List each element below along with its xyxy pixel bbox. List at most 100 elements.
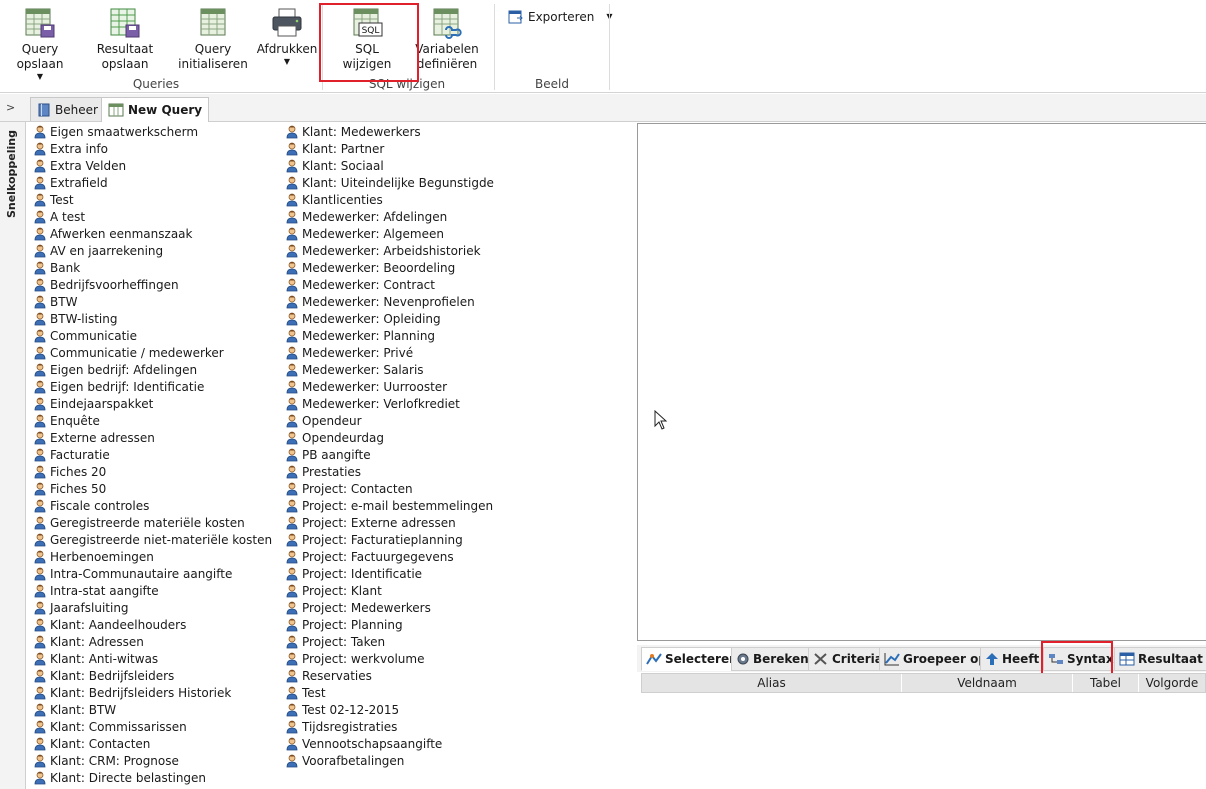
entity-list-item[interactable]: Klant: Bedrijfsleiders [34, 667, 272, 684]
entity-list-item[interactable]: Klant: Directe belastingen [34, 769, 272, 786]
entity-list-item[interactable]: Project: Contacten [286, 480, 494, 497]
entity-list-item[interactable]: Project: Medewerkers [286, 599, 494, 616]
entity-list-item[interactable]: Reservaties [286, 667, 494, 684]
entity-list-item[interactable]: Extra info [34, 140, 272, 157]
entity-list-item[interactable]: Test [34, 191, 272, 208]
entity-list-item[interactable]: Herbenoemingen [34, 548, 272, 565]
entity-list-item[interactable]: AV en jaarrekening [34, 242, 272, 259]
entity-list-item[interactable]: Medewerker: Contract [286, 276, 494, 293]
tab-bereken[interactable]: Bereken [731, 647, 814, 671]
entity-list-item[interactable]: Intra-Communautaire aangifte [34, 565, 272, 582]
entity-list-item[interactable]: Medewerker: Afdelingen [286, 208, 494, 225]
entity-list-item[interactable]: Intra-stat aangifte [34, 582, 272, 599]
entity-list-item[interactable]: Geregistreerde niet-materiële kosten [34, 531, 272, 548]
entity-list-item[interactable]: Klant: Adressen [34, 633, 272, 650]
entity-list-item[interactable]: Communicatie / medewerker [34, 344, 272, 361]
entity-list-item[interactable]: Vennootschapsaangifte [286, 735, 494, 752]
entity-list-item[interactable]: Medewerker: Privé [286, 344, 494, 361]
entity-list-item[interactable]: A test [34, 208, 272, 225]
entity-list-item[interactable]: Klant: Uiteindelijke Begunstigde [286, 174, 494, 191]
entity-list-item[interactable]: Klant: CRM: Prognose [34, 752, 272, 769]
entity-list-item[interactable]: Communicatie [34, 327, 272, 344]
entity-list-item[interactable]: Jaarafsluiting [34, 599, 272, 616]
query-initialiseren-button[interactable]: Query initialiseren [178, 6, 248, 72]
entity-list-item[interactable]: Test [286, 684, 494, 701]
entity-list-item[interactable]: Opendeur [286, 412, 494, 429]
entity-list-item[interactable]: Facturatie [34, 446, 272, 463]
entity-list-item[interactable]: PB aangifte [286, 446, 494, 463]
entity-list-item[interactable]: Test 02-12-2015 [286, 701, 494, 718]
entity-list-item[interactable]: Project: Externe adressen [286, 514, 494, 531]
entity-list-item[interactable]: Afwerken eenmanszaak [34, 225, 272, 242]
entity-list-item[interactable]: Tijdsregistraties [286, 718, 494, 735]
entity-list-item[interactable]: Opendeurdag [286, 429, 494, 446]
entity-list-item[interactable]: Medewerker: Salaris [286, 361, 494, 378]
tab-beheer[interactable]: Beheer [30, 97, 105, 121]
entity-list-item[interactable]: Prestaties [286, 463, 494, 480]
entity-list-item[interactable]: Medewerker: Nevenprofielen [286, 293, 494, 310]
entity-list-item[interactable]: Medewerker: Arbeidshistoriek [286, 242, 494, 259]
entity-list-item[interactable]: Bedrijfsvoorheffingen [34, 276, 272, 293]
query-design-canvas[interactable] [637, 123, 1206, 641]
entity-list-item[interactable]: Eigen smaatwerkscherm [34, 123, 272, 140]
entity-list-item[interactable]: Enquête [34, 412, 272, 429]
entity-list-item[interactable]: Klant: Sociaal [286, 157, 494, 174]
exporteren-button[interactable]: Exporteren ▼ [508, 9, 612, 25]
tab-groepeer-op[interactable]: Groepeer op [879, 647, 992, 671]
afdrukken-button[interactable]: Afdrukken ▼ [256, 6, 318, 67]
entity-list-item[interactable]: Extrafield [34, 174, 272, 191]
entity-list-item[interactable]: BTW [34, 293, 272, 310]
entity-list-item[interactable]: Klant: Commissarissen [34, 718, 272, 735]
entity-list-item[interactable]: Voorafbetalingen [286, 752, 494, 769]
tab-criteria[interactable]: Criteria [808, 647, 888, 671]
tab-selecteren[interactable]: Selecteren [641, 647, 743, 671]
tab-resultaat[interactable]: Resultaat [1114, 647, 1206, 671]
entity-list-item[interactable]: Medewerker: Algemeen [286, 225, 494, 242]
entity-list-item[interactable]: Project: Identificatie [286, 565, 494, 582]
entity-list-item[interactable]: Klant: BTW [34, 701, 272, 718]
entity-list-item[interactable]: Klant: Partner [286, 140, 494, 157]
tab-new-query[interactable]: New Query [101, 97, 210, 122]
entity-list-item[interactable]: Medewerker: Opleiding [286, 310, 494, 327]
entity-list-item[interactable]: Eigen bedrijf: Identificatie [34, 378, 272, 395]
column-header-volgorde[interactable]: Volgorde [1139, 674, 1205, 692]
entity-list-item[interactable]: Project: Factuurgegevens [286, 548, 494, 565]
entity-list-item[interactable]: Medewerker: Uurrooster [286, 378, 494, 395]
entity-list-item[interactable]: Klantlicenties [286, 191, 494, 208]
entity-list-item[interactable]: Klant: Aandeelhouders [34, 616, 272, 633]
entity-list-item[interactable]: Klant: Bedrijfsleiders Historiek [34, 684, 272, 701]
fields-grid-body[interactable] [641, 693, 1206, 789]
entity-list-item[interactable]: Project: werkvolume [286, 650, 494, 667]
entity-list-item[interactable]: Externe adressen [34, 429, 272, 446]
query-opslaan-button[interactable]: Query opslaan ▼ [2, 6, 78, 82]
entity-list-item[interactable]: Medewerker: Planning [286, 327, 494, 344]
entity-list-item[interactable]: BTW-listing [34, 310, 272, 327]
entity-list-item[interactable]: Bank [34, 259, 272, 276]
snelkoppeling-sidebar[interactable]: Snelkoppeling [0, 122, 26, 789]
entity-list-item[interactable]: Project: Taken [286, 633, 494, 650]
tab-heeft[interactable]: Heeft [980, 647, 1045, 671]
entity-list-item[interactable]: Project: Facturatieplanning [286, 531, 494, 548]
column-header-veldnaam[interactable]: Veldnaam [902, 674, 1073, 692]
entity-list-item[interactable]: Klant: Anti-witwas [34, 650, 272, 667]
entity-list-item[interactable]: Eigen bedrijf: Afdelingen [34, 361, 272, 378]
entity-list-item[interactable]: Eindejaarspakket [34, 395, 272, 412]
entity-list-item[interactable]: Geregistreerde materiële kosten [34, 514, 272, 531]
entity-list-item[interactable]: Extra Velden [34, 157, 272, 174]
entity-list-item[interactable]: Medewerker: Verlofkrediet [286, 395, 494, 412]
column-header-tabel[interactable]: Tabel [1073, 674, 1139, 692]
resultaat-opslaan-button[interactable]: Resultaat opslaan [92, 6, 158, 72]
dropdown-caret-icon: ▼ [283, 57, 291, 66]
entity-list-item[interactable]: Project: Klant [286, 582, 494, 599]
entity-list-item[interactable]: Medewerker: Beoordeling [286, 259, 494, 276]
entity-list-item[interactable]: Klant: Contacten [34, 735, 272, 752]
entity-list-item[interactable]: Fiscale controles [34, 497, 272, 514]
entity-list-item[interactable]: Klant: Medewerkers [286, 123, 494, 140]
variabelen-definieren-button[interactable]: Variabelen definiëren [414, 6, 480, 72]
entity-list-item[interactable]: Fiches 50 [34, 480, 272, 497]
expand-chevron-icon[interactable]: > [6, 101, 15, 114]
entity-list-item[interactable]: Project: Planning [286, 616, 494, 633]
column-header-alias[interactable]: Alias [642, 674, 902, 692]
entity-list-item[interactable]: Fiches 20 [34, 463, 272, 480]
entity-list-item[interactable]: Project: e-mail bestemmelingen [286, 497, 494, 514]
